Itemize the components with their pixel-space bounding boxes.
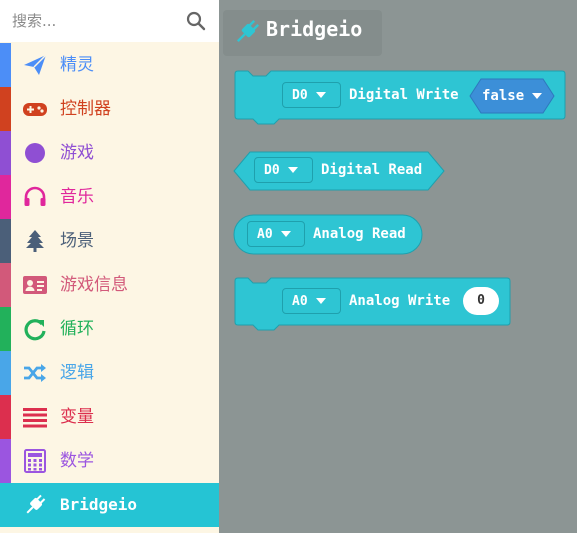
pin-dropdown[interactable]: A0 (282, 288, 341, 314)
value-number-input[interactable]: 0 (463, 287, 499, 315)
dropdown-caret-icon (287, 167, 298, 173)
dropdown-caret-icon (315, 92, 326, 98)
boolean-dropdown[interactable]: false (470, 79, 554, 113)
pin-value: D0 (292, 87, 308, 103)
digital-write-label: Digital Write (349, 87, 459, 103)
dropdown-caret-icon (315, 298, 326, 304)
pin-dropdown[interactable]: D0 (282, 82, 341, 108)
pin-value: A0 (292, 293, 308, 309)
analog-write-label: Analog Write (349, 293, 451, 309)
pin-value: D0 (264, 162, 280, 178)
boolean-value: false (482, 88, 525, 104)
pin-dropdown[interactable]: D0 (254, 157, 313, 183)
dropdown-caret-icon (532, 93, 543, 99)
analog-read-label: Analog Read (313, 226, 406, 242)
pin-value: A0 (257, 226, 273, 242)
dropdown-caret-icon (280, 231, 291, 237)
pin-dropdown[interactable]: A0 (247, 221, 305, 247)
digital-read-label: Digital Read (321, 162, 423, 178)
